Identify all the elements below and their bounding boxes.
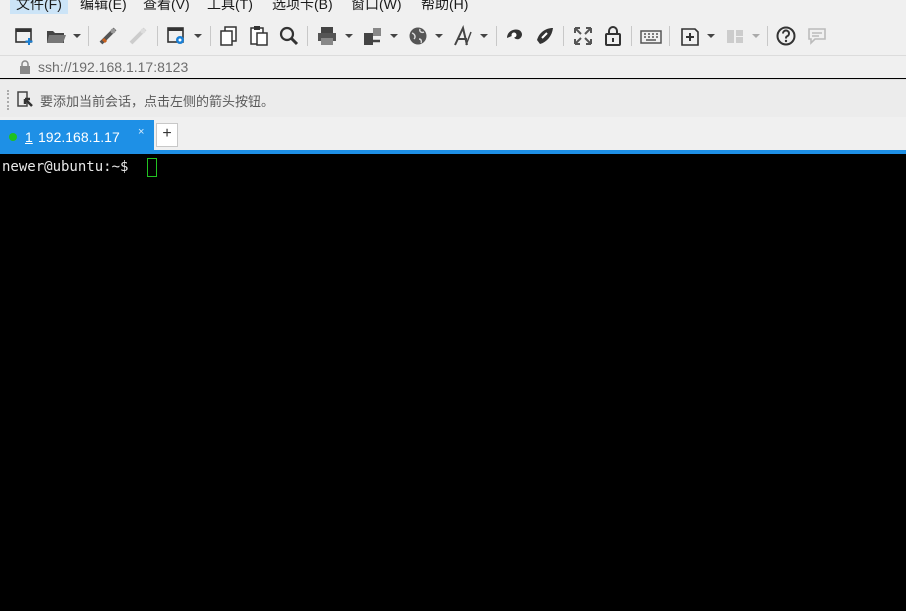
- terminal-cursor: [147, 158, 157, 177]
- toolbar-separator: [210, 26, 211, 46]
- menu-help[interactable]: 帮助(H): [415, 0, 474, 14]
- print-icon[interactable]: [315, 24, 339, 48]
- chevron-down-icon[interactable]: [435, 34, 443, 38]
- toolbar-separator: [669, 26, 670, 46]
- toolbar-grip[interactable]: [7, 90, 9, 110]
- toolbar-separator: [307, 26, 308, 46]
- chevron-down-icon[interactable]: [390, 34, 398, 38]
- keyboard-icon[interactable]: [639, 24, 663, 48]
- toolbar-separator: [767, 26, 768, 46]
- tab-number: 1: [25, 129, 33, 145]
- toolbar-separator: [88, 26, 89, 46]
- hint-text: 要添加当前会话，点击左侧的箭头按钮。: [40, 94, 275, 109]
- layout-icon[interactable]: [723, 24, 747, 48]
- chat-icon[interactable]: [805, 24, 829, 48]
- lock-icon: [20, 60, 30, 74]
- tab-session-1[interactable]: 1 192.168.1.17 ×: [0, 120, 154, 153]
- globe-icon[interactable]: [406, 24, 430, 48]
- chevron-down-icon[interactable]: [194, 34, 202, 38]
- connect-icon[interactable]: [96, 24, 120, 48]
- open-folder-icon[interactable]: [44, 24, 68, 48]
- chevron-down-icon[interactable]: [480, 34, 488, 38]
- copy-icon[interactable]: [217, 24, 241, 48]
- paste-icon[interactable]: [247, 24, 271, 48]
- help-icon[interactable]: [774, 24, 798, 48]
- transfer-icon[interactable]: [361, 24, 385, 48]
- session-properties-icon[interactable]: [165, 24, 189, 48]
- session-hint-bar: 要添加当前会话，点击左侧的箭头按钮。: [0, 79, 906, 117]
- tab-bar: 1 192.168.1.17 × +: [0, 117, 906, 153]
- chevron-down-icon[interactable]: [345, 34, 353, 38]
- chevron-down-icon[interactable]: [752, 34, 760, 38]
- menu-window[interactable]: 窗口(W): [345, 0, 408, 14]
- find-icon[interactable]: [277, 24, 301, 48]
- menu-tools[interactable]: 工具(T): [201, 0, 259, 14]
- menu-file[interactable]: 文件(F): [10, 0, 68, 14]
- shell-prompt: newer@ubuntu:~$: [2, 159, 137, 175]
- xshell-script-icon[interactable]: [533, 24, 557, 48]
- toolbar: [0, 16, 906, 56]
- toolbar-separator: [631, 26, 632, 46]
- add-tab-button[interactable]: +: [156, 123, 178, 147]
- menu-tabs[interactable]: 选项卡(B): [266, 0, 339, 14]
- add-session-arrow-icon[interactable]: [16, 90, 34, 108]
- connection-status-dot: [9, 133, 17, 141]
- disconnect-icon[interactable]: [126, 24, 150, 48]
- toolbar-separator: [157, 26, 158, 46]
- chevron-down-icon[interactable]: [707, 34, 715, 38]
- fullscreen-icon[interactable]: [571, 24, 595, 48]
- lock-icon[interactable]: [601, 24, 625, 48]
- menu-edit[interactable]: 编辑(E): [74, 0, 133, 14]
- address-text[interactable]: ssh://192.168.1.17:8123: [38, 58, 188, 76]
- toolbar-separator: [496, 26, 497, 46]
- menu-view[interactable]: 查看(V): [137, 0, 196, 14]
- new-session-icon[interactable]: [13, 24, 37, 48]
- menu-bar: 文件(F) 编辑(E) 查看(V) 工具(T) 选项卡(B) 窗口(W) 帮助(…: [0, 0, 906, 16]
- xftp-icon[interactable]: [503, 24, 527, 48]
- new-tab-icon[interactable]: [678, 24, 702, 48]
- tab-label: 192.168.1.17: [38, 129, 120, 145]
- address-bar[interactable]: ssh://192.168.1.17:8123: [0, 56, 906, 78]
- close-icon[interactable]: ×: [138, 126, 144, 138]
- font-icon[interactable]: [451, 24, 475, 48]
- toolbar-separator: [563, 26, 564, 46]
- terminal-area[interactable]: newer@ubuntu:~$: [0, 154, 906, 611]
- chevron-down-icon[interactable]: [73, 34, 81, 38]
